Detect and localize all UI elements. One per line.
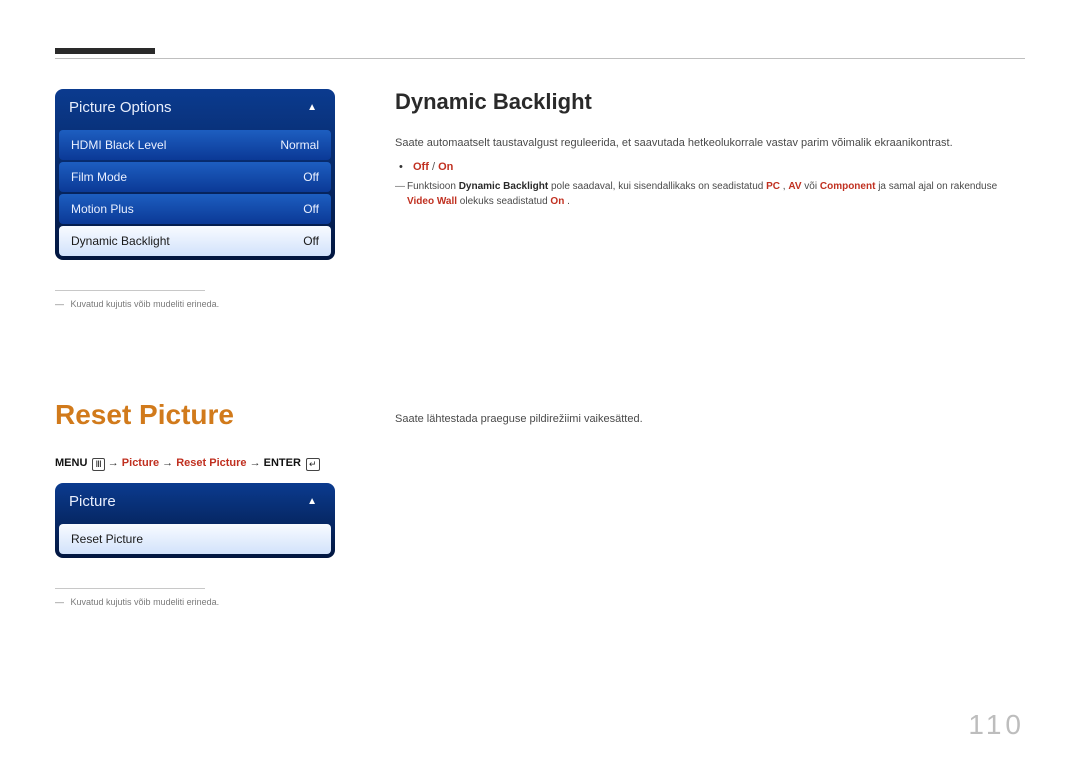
note-red-on: On [550,196,564,207]
menu-title: Picture Options [69,99,172,116]
note-red-component: Component [820,181,876,192]
left-column: Picture Options ▲ HDMI Black Level Norma… [55,89,335,309]
footnote-2: ― Kuvatud kujutis võib mudeliti erineda. [55,597,335,607]
note-mid3: ja samal ajal on rakenduse [878,181,997,192]
note-bold-dynamic-backlight: Dynamic Backlight [459,181,548,192]
note-mid2: või [804,181,820,192]
option-off: Off [413,161,429,173]
right-column-2: Saate lähtestada praeguse pildirežiimi v… [395,399,1025,607]
note-mid4: olekuks seadistatud [460,196,551,207]
menu-row-reset-picture[interactable]: Reset Picture [59,524,331,554]
breadcrumb-reset-picture: Reset Picture [176,457,246,469]
menu-rows-2: Reset Picture [59,524,331,554]
breadcrumb-menu: MENU [55,457,87,469]
footnote-text: Kuvatud kujutis võib mudeliti erineda. [71,299,220,309]
description-2: Saate lähtestada praeguse pildirežiimi v… [395,413,1005,425]
header-rule [55,58,1025,59]
menu-row-label: Film Mode [71,170,127,184]
breadcrumb-enter: ENTER [264,457,301,469]
footnote: ― Kuvatud kujutis võib mudeliti erineda. [55,299,335,309]
caret-up-icon: ▲ [307,102,317,113]
menu-row-dynamic-backlight[interactable]: Dynamic Backlight Off [59,226,331,256]
menu-row-value: Normal [280,138,319,152]
menu-picture: Picture ▲ Reset Picture [55,483,335,558]
menu-row-label: Dynamic Backlight [71,234,170,248]
page: Picture Options ▲ HDMI Black Level Norma… [55,48,1025,763]
menu-row-label: HDMI Black Level [71,138,166,152]
availability-note: ― Funktsioon Dynamic Backlight pole saad… [395,179,1005,209]
breadcrumb-picture: Picture [122,457,159,469]
option-list: Off / On [395,161,1005,173]
section-reset-picture: Reset Picture MENU Ⅲ → Picture → Reset P… [55,399,1025,607]
note-end: . [567,196,570,207]
menu-header: Picture Options ▲ [59,89,331,130]
menu-row-hdmi-black-level[interactable]: HDMI Black Level Normal [59,130,331,160]
menu-header-2: Picture ▲ [59,483,331,524]
menu-row-label: Reset Picture [71,532,143,546]
menu-row-value: Off [303,234,319,248]
menu-row-label: Motion Plus [71,202,134,216]
arrow-icon: → [250,457,264,469]
menu-row-film-mode[interactable]: Film Mode Off [59,162,331,192]
note-pre: Funktsioon [407,181,459,192]
enter-icon: ↵ [306,458,320,471]
header-accent-bar [55,48,155,54]
option-on: On [438,161,453,173]
page-number: 110 [968,709,1025,741]
dash-icon: ― [55,597,64,607]
note-red-av: AV [788,181,801,192]
menu-row-motion-plus[interactable]: Motion Plus Off [59,194,331,224]
caret-up-icon: ▲ [307,496,317,507]
option-off-on: Off / On [413,161,1005,173]
heading-reset-picture: Reset Picture [55,399,335,431]
footnote-text-2: Kuvatud kujutis võib mudeliti erineda. [71,597,220,607]
dash-icon: ― [55,299,64,309]
menu-title-2: Picture [69,493,116,510]
note-red-video-wall: Video Wall [407,196,457,207]
heading-dynamic-backlight: Dynamic Backlight [395,89,1005,115]
footnote-rule-2 [55,588,205,589]
description: Saate automaatselt taustavalgust regulee… [395,137,1005,149]
footnote-rule [55,290,205,291]
note-red-pc: PC [766,181,780,192]
left-column-2: Reset Picture MENU Ⅲ → Picture → Reset P… [55,399,335,607]
note-mid1: pole saadaval, kui sisendallikaks on sea… [551,181,766,192]
menu-rows: HDMI Black Level Normal Film Mode Off Mo… [59,130,331,256]
arrow-icon: → [162,457,176,469]
menu-icon: Ⅲ [92,458,104,471]
arrow-icon: → [108,457,122,469]
dash-icon: ― [395,179,405,194]
menu-row-value: Off [303,170,319,184]
breadcrumb: MENU Ⅲ → Picture → Reset Picture → ENTER… [55,457,335,471]
menu-picture-options: Picture Options ▲ HDMI Black Level Norma… [55,89,335,260]
right-column: Dynamic Backlight Saate automaatselt tau… [395,89,1025,309]
menu-row-value: Off [303,202,319,216]
section-dynamic-backlight: Picture Options ▲ HDMI Black Level Norma… [55,89,1025,309]
